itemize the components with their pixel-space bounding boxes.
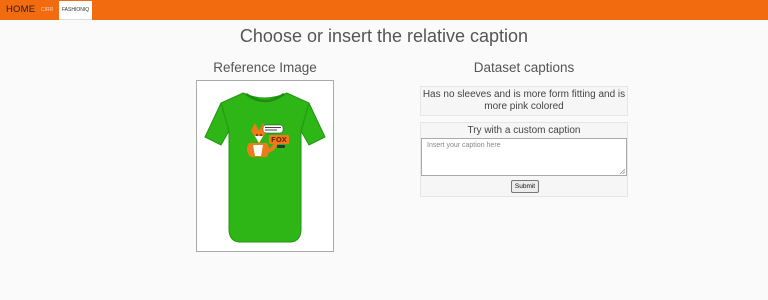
reference-image[interactable]: FOX bbox=[196, 80, 334, 252]
top-navbar: HOME CIRR FASHIONIQ bbox=[0, 0, 768, 20]
nav-item-fashioniq[interactable]: FASHIONIQ bbox=[59, 1, 92, 20]
custom-caption-input[interactable] bbox=[421, 138, 627, 176]
resize-grip-icon[interactable] bbox=[620, 169, 625, 174]
reference-image-title: Reference Image bbox=[213, 60, 317, 75]
nav-item-cirr[interactable]: CIRR bbox=[41, 7, 53, 13]
nav-home-link[interactable]: HOME bbox=[6, 4, 35, 15]
svg-text:FOX: FOX bbox=[271, 136, 287, 144]
page-title: Choose or insert the relative caption bbox=[239, 26, 529, 46]
dataset-captions-title: Dataset captions bbox=[473, 60, 575, 75]
submit-button[interactable]: Submit bbox=[511, 180, 539, 193]
dataset-caption-option[interactable]: Has no sleeves and is more form fitting … bbox=[420, 86, 628, 116]
custom-caption-title: Try with a custom caption bbox=[467, 125, 581, 136]
green-tshirt-image: FOX bbox=[204, 92, 326, 243]
custom-caption-panel: Try with a custom caption Submit bbox=[420, 122, 628, 197]
